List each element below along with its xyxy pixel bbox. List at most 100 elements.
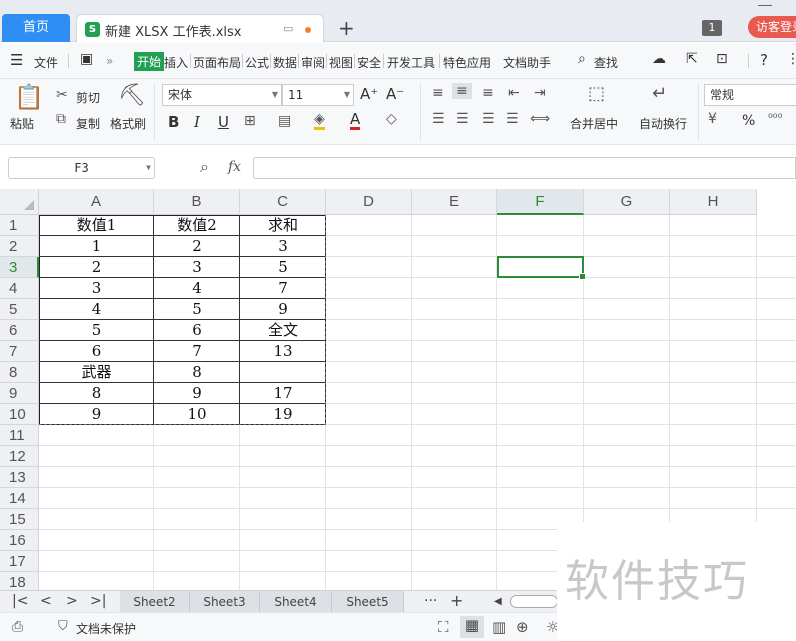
sheet-tab-sheet3[interactable]: Sheet3 — [190, 591, 260, 613]
format-painter-button[interactable]: 格式刷 — [110, 115, 146, 132]
row-header-3[interactable]: 3 — [0, 257, 39, 278]
menu-review[interactable]: 审阅 — [301, 54, 325, 71]
cell-c8[interactable] — [240, 362, 326, 383]
column-header-e[interactable]: E — [412, 189, 497, 215]
row-header-1[interactable]: 1 — [0, 215, 39, 236]
row-header-18[interactable]: 18 — [0, 572, 39, 590]
monitor-icon[interactable]: ▭ — [283, 22, 293, 35]
merge-cells-icon[interactable]: ⬚ — [588, 83, 605, 104]
row-header-17[interactable]: 17 — [0, 551, 39, 572]
copy-button[interactable]: 复制 — [76, 115, 100, 132]
cloud-icon[interactable]: ☁ — [652, 51, 666, 67]
more-sheets-button[interactable]: ··· — [424, 593, 437, 609]
thousands-separator-icon[interactable]: ⁰⁰⁰ — [768, 111, 782, 125]
last-sheet-button[interactable]: >| — [90, 593, 106, 609]
more-options-icon[interactable]: ⋮ — [786, 51, 796, 67]
cell-c1[interactable]: 求和 — [240, 215, 326, 236]
copy-icon[interactable]: ⧉ — [56, 111, 66, 127]
cell-b3[interactable]: 3 — [154, 257, 240, 278]
row-header-14[interactable]: 14 — [0, 488, 39, 509]
menu-doc-assistant[interactable]: 文档助手 — [503, 54, 551, 71]
align-center-icon[interactable]: ☰ — [456, 111, 469, 127]
more-menu-icon[interactable]: » — [106, 54, 113, 68]
paste-icon[interactable]: 📋 — [14, 83, 44, 111]
menu-start[interactable]: 开始 — [134, 52, 165, 71]
cell-a1[interactable]: 数值1 — [39, 215, 154, 236]
hamburger-icon[interactable]: ☰ — [10, 51, 23, 69]
visitor-login-button[interactable]: 访客登录 — [748, 16, 796, 38]
sheet-tab-sheet2[interactable]: Sheet2 — [120, 591, 190, 613]
increase-indent-icon[interactable]: ⇥ — [534, 85, 546, 101]
cell-c10[interactable]: 19 — [240, 404, 326, 425]
scroll-left-icon[interactable]: ◀ — [494, 596, 502, 607]
scissors-icon[interactable]: ✂ — [56, 87, 68, 103]
align-right-icon[interactable]: ☰ — [482, 111, 495, 127]
distribute-icon[interactable]: ⟺ — [530, 111, 550, 127]
sheet-tab-sheet5[interactable]: Sheet5 — [332, 591, 404, 613]
cell-a2[interactable]: 1 — [39, 236, 154, 257]
column-header-d[interactable]: D — [326, 189, 412, 215]
underline-button[interactable]: U — [218, 113, 229, 131]
cell-c9[interactable]: 17 — [240, 383, 326, 404]
cell-a9[interactable]: 8 — [39, 383, 154, 404]
cut-button[interactable]: 剪切 — [76, 89, 100, 106]
first-sheet-button[interactable]: |< — [12, 593, 28, 609]
column-header-a[interactable]: A — [39, 189, 154, 215]
cell-c3[interactable]: 5 — [240, 257, 326, 278]
home-tab[interactable]: 首页 — [2, 14, 70, 42]
align-top-icon[interactable]: ≡ — [432, 85, 444, 101]
document-protection-status[interactable]: 文档未保护 — [76, 620, 136, 637]
number-format-select[interactable]: 常规 — [704, 84, 796, 106]
cell-b10[interactable]: 10 — [154, 404, 240, 425]
document-tab[interactable]: S 新建 XLSX 工作表.xlsx ▭ — [76, 14, 324, 43]
active-cell-F3[interactable] — [497, 256, 586, 280]
cell-c7[interactable]: 13 — [240, 341, 326, 362]
row-header-12[interactable]: 12 — [0, 446, 39, 467]
cell-a5[interactable]: 4 — [39, 299, 154, 320]
align-middle-icon[interactable]: ≡ — [452, 83, 472, 99]
cell-b9[interactable]: 9 — [154, 383, 240, 404]
cell-a4[interactable]: 3 — [39, 278, 154, 299]
format-painter-icon[interactable]: ⛏ — [118, 83, 146, 108]
cell-b2[interactable]: 2 — [154, 236, 240, 257]
font-color-button[interactable]: A — [350, 111, 361, 130]
menu-security[interactable]: 安全 — [357, 54, 381, 71]
font-name-select[interactable]: 宋体 ▼ — [162, 84, 282, 106]
cell-b7[interactable]: 7 — [154, 341, 240, 362]
menu-file[interactable]: 文件 — [34, 54, 58, 71]
column-header-f[interactable]: F — [497, 189, 584, 215]
export-icon[interactable]: ⊡ — [716, 51, 728, 67]
borders-icon[interactable]: ⊞ — [244, 113, 256, 129]
device-icon[interactable]: ⎙ — [12, 619, 23, 635]
justify-icon[interactable]: ☰ — [506, 111, 519, 127]
row-header-5[interactable]: 5 — [0, 299, 39, 320]
cell-a3[interactable]: 2 — [39, 257, 154, 278]
horizontal-scrollbar[interactable] — [510, 595, 558, 608]
cell-b5[interactable]: 5 — [154, 299, 240, 320]
new-tab-button[interactable]: + — [338, 16, 355, 40]
wrap-text-button[interactable]: 自动换行 — [639, 115, 687, 132]
row-header-15[interactable]: 15 — [0, 509, 39, 530]
row-header-8[interactable]: 8 — [0, 362, 39, 383]
eraser-icon[interactable]: ◇ — [386, 111, 397, 127]
row-header-2[interactable]: 2 — [0, 236, 39, 257]
cell-c4[interactable]: 7 — [240, 278, 326, 299]
row-header-11[interactable]: 11 — [0, 425, 39, 446]
minimize-button[interactable] — [758, 0, 772, 6]
menu-formula[interactable]: 公式 — [245, 54, 269, 71]
percent-button[interactable]: % — [742, 113, 755, 129]
fx-icon[interactable]: fx — [228, 159, 241, 175]
zoom-search-icon[interactable]: ⌕ — [200, 157, 209, 177]
cell-c5[interactable]: 9 — [240, 299, 326, 320]
search-icon[interactable]: ⌕ — [578, 51, 586, 67]
cell-a8[interactable]: 武器 — [39, 362, 154, 383]
add-sheet-button[interactable]: + — [450, 591, 463, 610]
fill-pattern-icon[interactable]: ▤ — [278, 113, 291, 129]
fill-color-icon[interactable]: ◈ — [314, 111, 325, 130]
shrink-font-icon[interactable]: A⁻ — [386, 85, 404, 103]
fullscreen-icon[interactable]: ⛶ — [438, 618, 449, 636]
menu-developer-tools[interactable]: 开发工具 — [387, 54, 435, 71]
italic-button[interactable]: I — [194, 113, 200, 131]
row-header-10[interactable]: 10 — [0, 404, 39, 425]
prev-sheet-button[interactable]: < — [40, 593, 52, 609]
